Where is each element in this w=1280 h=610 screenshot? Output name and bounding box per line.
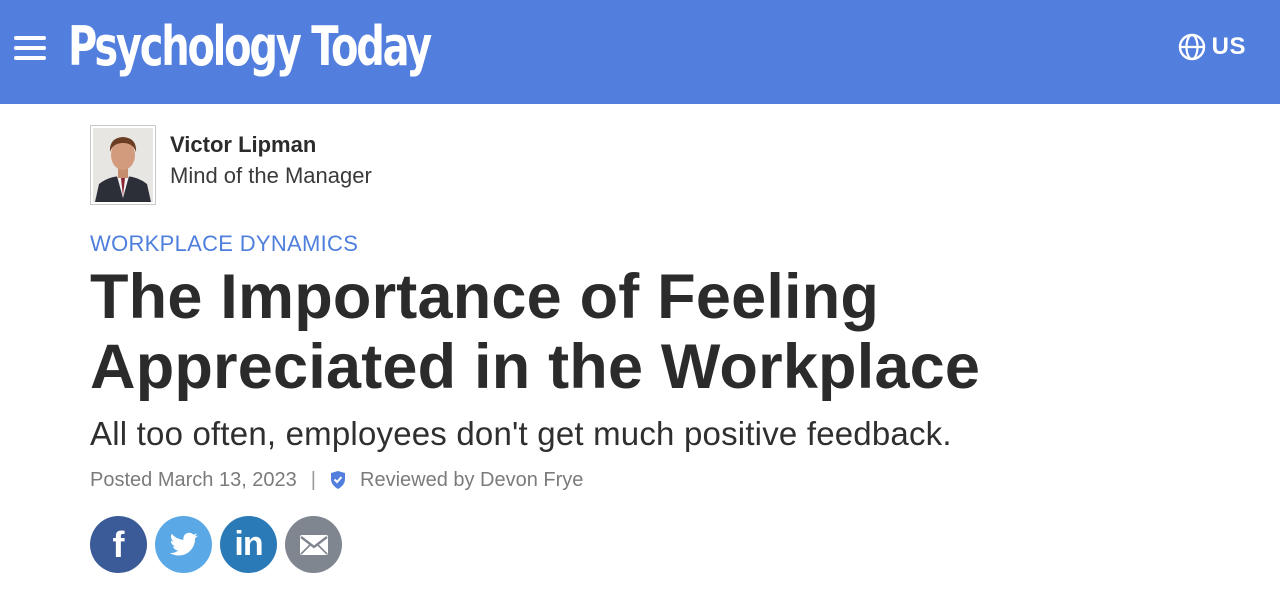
site-logo[interactable]: Psychology Today xyxy=(68,14,432,80)
reviewed-by[interactable]: Reviewed by Devon Frye xyxy=(360,469,583,492)
author-name[interactable]: Victor Lipman xyxy=(170,130,372,160)
region-selector[interactable]: US xyxy=(1178,32,1246,62)
author-photo xyxy=(93,128,153,202)
category-link[interactable]: WORKPLACE DYNAMICS xyxy=(90,230,358,258)
blog-name[interactable]: Mind of the Manager xyxy=(170,160,372,192)
posted-date: Posted March 13, 2023 xyxy=(90,468,297,491)
verified-shield-icon xyxy=(330,471,346,489)
facebook-share-button[interactable]: f xyxy=(90,516,147,573)
linkedin-share-button[interactable]: in xyxy=(220,516,277,573)
region-label: US xyxy=(1211,33,1246,60)
facebook-icon: f xyxy=(112,523,125,565)
linkedin-icon: in xyxy=(234,525,263,563)
twitter-icon xyxy=(169,532,198,555)
email-icon xyxy=(299,534,328,555)
twitter-share-button[interactable] xyxy=(155,516,212,573)
globe-icon xyxy=(1178,33,1205,61)
hamburger-icon[interactable] xyxy=(14,36,46,60)
author-avatar[interactable] xyxy=(90,125,156,205)
share-buttons: f in xyxy=(90,516,342,573)
article-meta: Posted March 13, 2023 | Reviewed by Devo… xyxy=(90,467,583,493)
email-share-button[interactable] xyxy=(285,516,342,573)
author-byline: Victor Lipman Mind of the Manager xyxy=(90,125,372,205)
article-title: The Importance of Feeling Appreciated in… xyxy=(90,262,981,402)
meta-separator: | xyxy=(310,468,316,491)
article-subtitle: All too often, employees don't get much … xyxy=(90,415,952,452)
site-header: Psychology Today US xyxy=(0,0,1280,104)
